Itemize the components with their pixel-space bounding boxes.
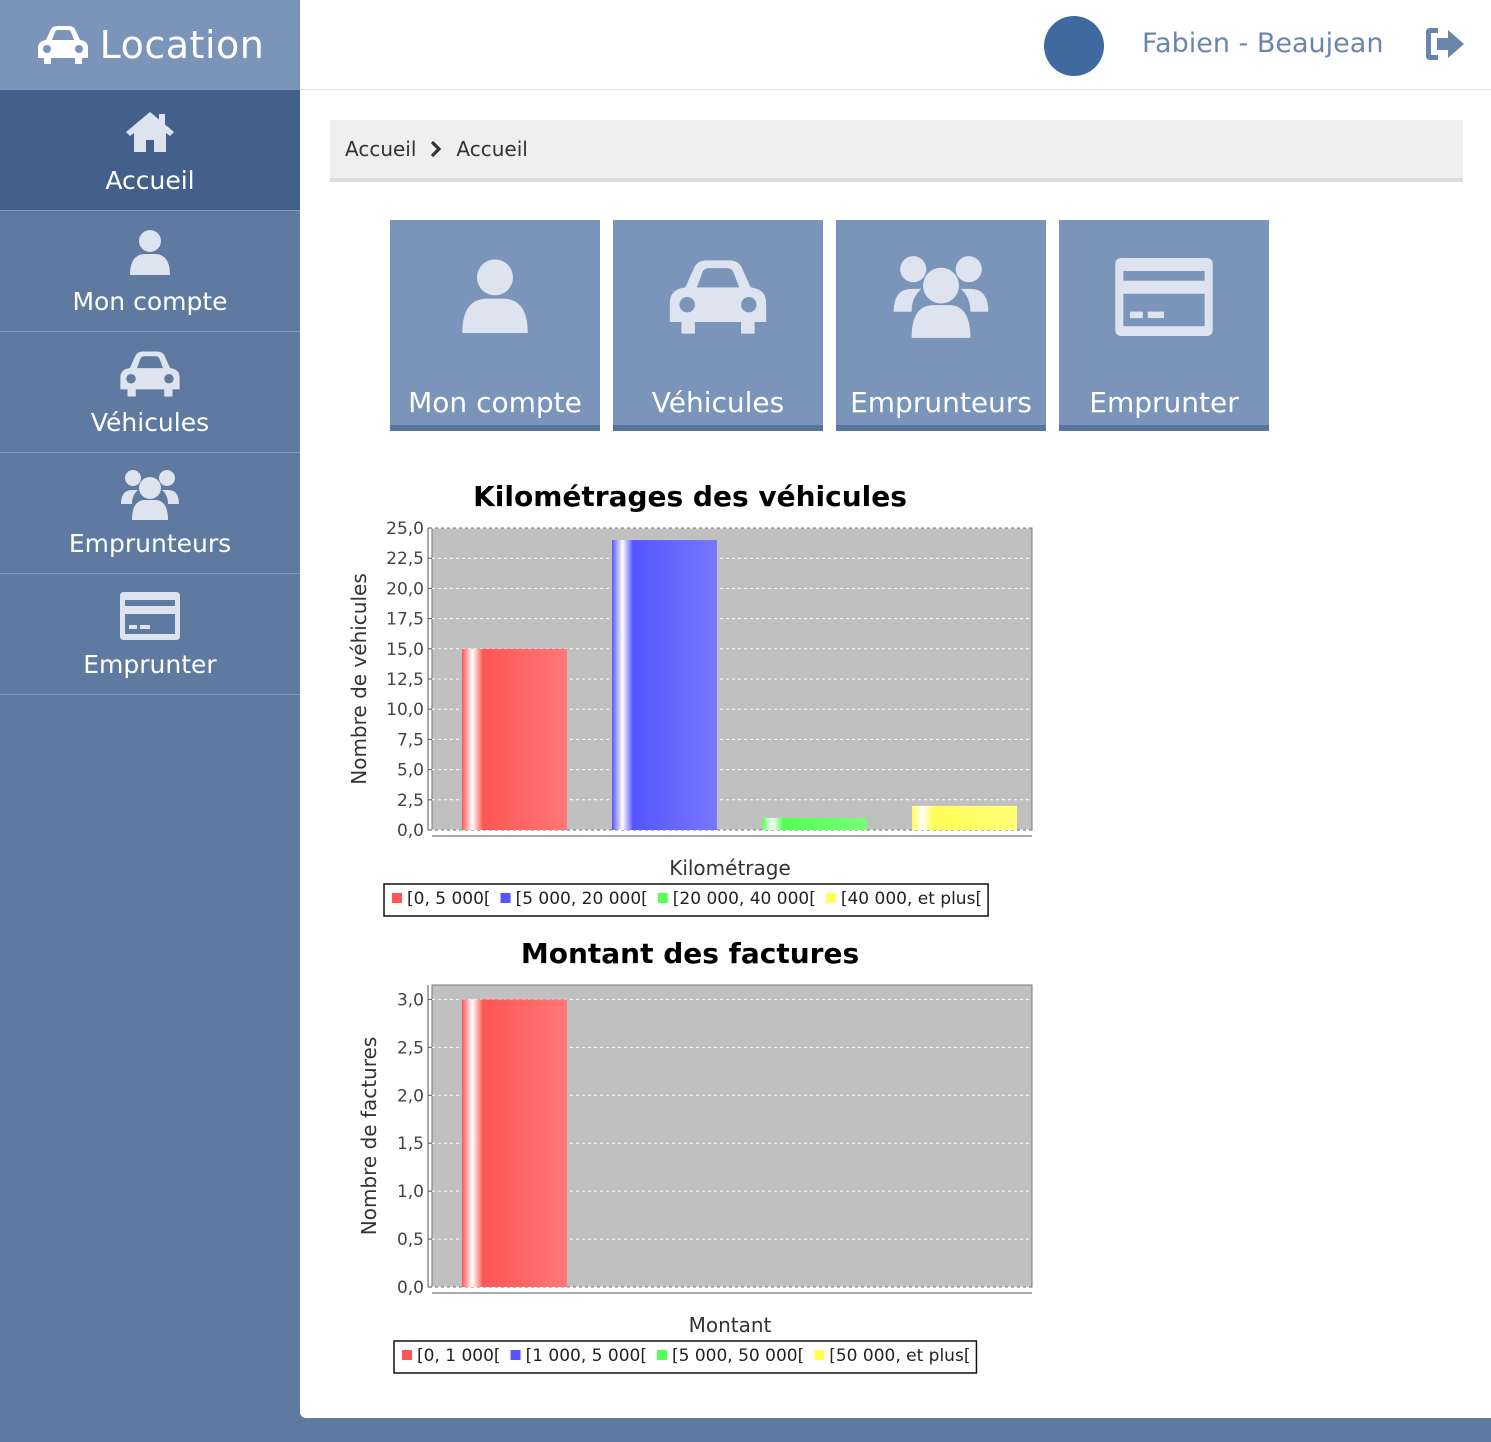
user-name[interactable]: Fabien - Beaujean <box>1142 28 1383 59</box>
car-icon <box>37 26 88 64</box>
legend-swatch <box>825 893 836 903</box>
brand[interactable]: Location <box>0 0 300 90</box>
app-title: Location <box>99 23 265 67</box>
x-axis-label: Montant <box>689 1313 772 1337</box>
legend-label: [20 000, 40 000[ <box>673 889 816 909</box>
car-icon <box>118 348 182 400</box>
legend-label: [1 000, 5 000[ <box>526 1346 647 1366</box>
y-tick-label: 2,5 <box>397 1038 424 1058</box>
sidebar-item-accueil[interactable]: Accueil <box>0 90 300 211</box>
tile-emprunter[interactable]: Emprunter <box>1059 220 1269 431</box>
tile-mon-compte[interactable]: Mon compte <box>390 220 600 431</box>
legend-swatch <box>814 1350 825 1360</box>
legend: [0, 1 000[ [1 000, 5 000[ [5 000, 50 000[ [… <box>393 1340 978 1374</box>
credit-card-icon <box>1115 232 1213 362</box>
y-tick-label: 25,0 <box>386 519 424 539</box>
bar <box>462 999 567 1287</box>
legend-swatch <box>657 893 668 903</box>
user-icon <box>128 227 172 279</box>
y-tick-label: 0,5 <box>397 1230 424 1250</box>
bar <box>612 540 717 830</box>
legend-swatch <box>392 893 402 903</box>
users-icon <box>892 232 990 362</box>
home-icon <box>124 106 176 158</box>
y-tick-label: 2,0 <box>397 1086 424 1106</box>
car-icon <box>666 232 770 362</box>
legend-label: [40 000, et plus[ <box>841 889 982 909</box>
tile-vehicules[interactable]: Véhicules <box>613 220 823 431</box>
legend-label: [0, 5 000[ <box>407 889 491 909</box>
y-tick-label: 2,5 <box>397 791 424 811</box>
sidebar-item-emprunteurs[interactable]: Emprunteurs <box>0 453 300 574</box>
bar <box>762 817 867 830</box>
legend-label: [50 000, et plus[ <box>829 1346 970 1366</box>
y-tick-label: 5,0 <box>397 761 424 781</box>
y-tick-label: 20,0 <box>386 579 424 599</box>
x-axis-label: Kilométrage <box>669 856 791 880</box>
chart-factures: Montant des factures 0,0 0,5 1,0 1,5 2,0 2,5 3,… <box>357 937 1033 1374</box>
y-tick-label: 7,5 <box>397 730 424 750</box>
breadcrumb: Accueil Accueil <box>330 120 1463 182</box>
legend-label: [0, 1 000[ <box>417 1346 501 1366</box>
avatar[interactable] <box>1044 16 1104 76</box>
legend-swatch <box>402 1350 412 1360</box>
y-tick-label: 0,0 <box>397 821 424 841</box>
bar <box>912 805 1017 830</box>
main-content: Accueil Accueil Mon compte Véhicules Emp… <box>300 90 1491 1418</box>
logout-icon[interactable] <box>1424 26 1466 62</box>
y-tick-label: 1,0 <box>397 1182 424 1202</box>
chart-title: Kilométrages des véhicules <box>473 480 907 513</box>
users-icon <box>120 469 180 521</box>
legend-label: [5 000, 20 000[ <box>516 889 648 909</box>
y-tick-label: 17,5 <box>386 610 424 630</box>
sidebar-item-label: Accueil <box>105 165 195 195</box>
y-tick-label: 12,5 <box>386 670 424 690</box>
sidebar-item-label: Emprunter <box>83 649 217 679</box>
chevron-right-icon <box>431 140 442 158</box>
user-icon <box>459 232 531 362</box>
bar <box>462 648 567 830</box>
tile-label: Emprunter <box>1089 386 1239 419</box>
credit-card-icon <box>120 590 180 642</box>
legend-swatch <box>656 1350 667 1360</box>
chart-kilometrages: Kilométrages des véhicules 0,0 2,5 5,0 7,5 10… <box>347 480 1033 917</box>
breadcrumb-item: Accueil <box>456 137 528 161</box>
legend: [0, 5 000[ [5 000, 20 000[ [20 000, 40 000… <box>383 883 989 917</box>
topbar: Fabien - Beaujean <box>300 0 1491 90</box>
quick-tiles: Mon compte Véhicules Emprunteurs Emprunt… <box>390 220 1269 431</box>
tile-emprunteurs[interactable]: Emprunteurs <box>836 220 1046 431</box>
sidebar-item-mon-compte[interactable]: Mon compte <box>0 211 300 332</box>
sidebar-item-label: Emprunteurs <box>68 528 232 558</box>
breadcrumb-item[interactable]: Accueil <box>345 137 416 161</box>
sidebar: Location Accueil Mon compte Véhicules Em… <box>0 0 300 1442</box>
chart-title: Montant des factures <box>521 937 859 970</box>
tile-label: Mon compte <box>408 386 582 419</box>
tile-label: Emprunteurs <box>850 386 1032 419</box>
y-tick-label: 22,5 <box>386 549 424 569</box>
legend-swatch <box>510 1350 521 1360</box>
legend-label: [5 000, 50 000[ <box>672 1346 804 1366</box>
y-axis-label: Nombre de factures <box>357 1037 381 1236</box>
sidebar-item-label: Véhicules <box>90 407 210 437</box>
y-tick-label: 1,5 <box>397 1134 424 1154</box>
sidebar-item-emprunter[interactable]: Emprunter <box>0 574 300 695</box>
legend-swatch <box>500 893 511 903</box>
y-tick-label: 0,0 <box>397 1278 424 1298</box>
sidebar-item-vehicules[interactable]: Véhicules <box>0 332 300 453</box>
sidebar-item-label: Mon compte <box>72 286 228 316</box>
tile-label: Véhicules <box>651 386 785 419</box>
y-tick-label: 3,0 <box>397 990 424 1010</box>
y-tick-label: 15,0 <box>386 640 424 660</box>
y-tick-label: 10,0 <box>386 700 424 720</box>
y-axis-label: Nombre de véhicules <box>347 573 371 785</box>
